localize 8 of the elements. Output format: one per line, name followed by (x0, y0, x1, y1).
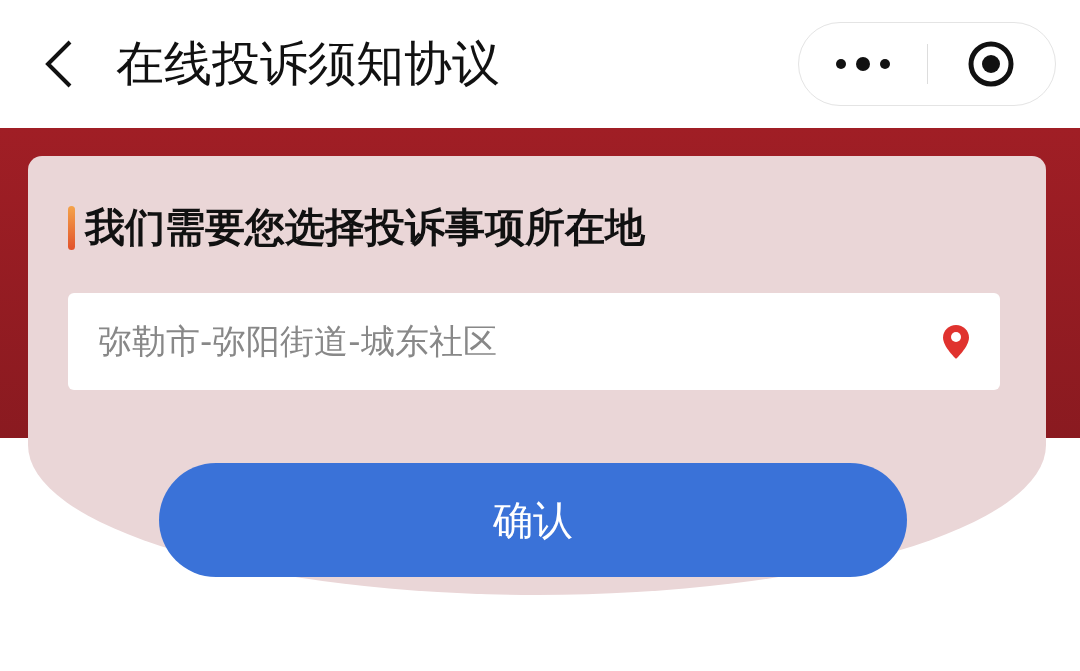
more-icon (834, 56, 891, 72)
target-icon (967, 40, 1016, 88)
section-heading: 我们需要您选择投诉事项所在地 (85, 203, 645, 252)
accent-bar (68, 205, 75, 250)
confirm-button[interactable]: 确认 (159, 463, 907, 577)
page-title: 在线投诉须知协议 (116, 34, 501, 93)
location-field[interactable]: 弥勒市-弥阳街道-城东社区 (68, 293, 1000, 390)
location-pin-icon (942, 324, 970, 360)
